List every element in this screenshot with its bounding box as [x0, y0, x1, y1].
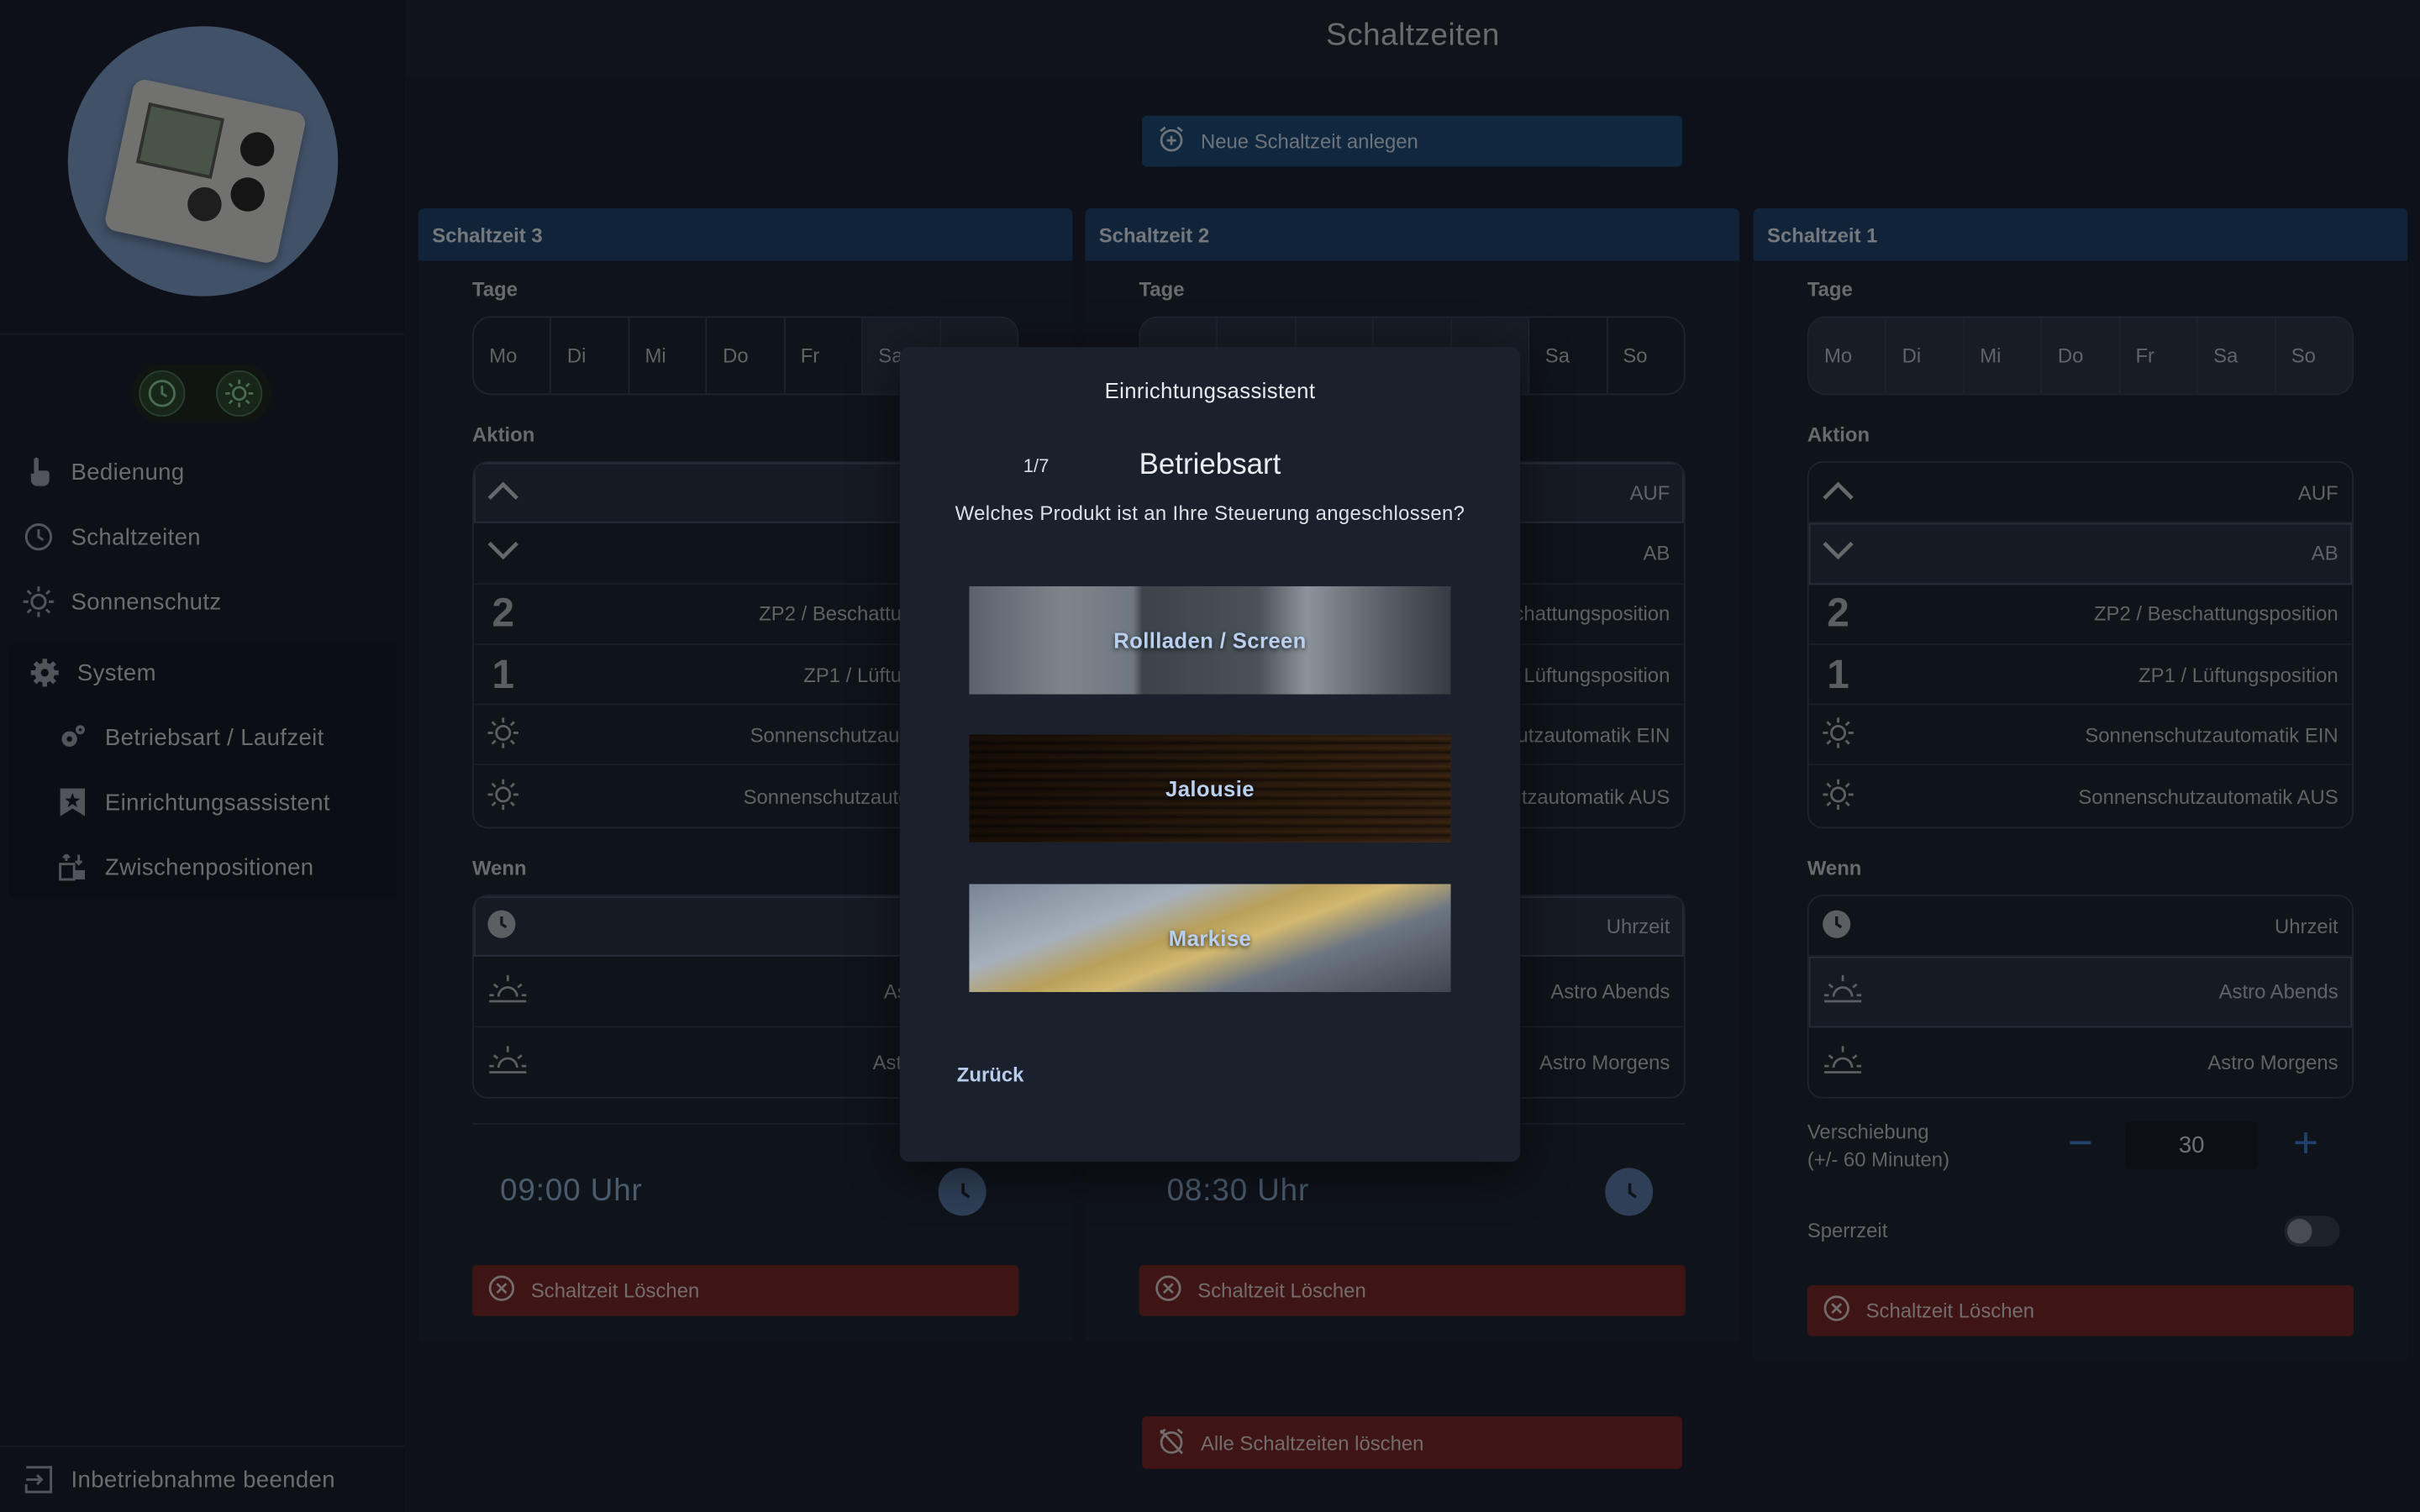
product-markise[interactable]: Markise [969, 884, 1451, 993]
step-title: Betriebsart [1139, 449, 1281, 482]
product-label: Markise [1168, 926, 1252, 951]
product-label: Rollladen / Screen [1113, 627, 1307, 653]
product-rollladen-screen[interactable]: Rollladen / Screen [969, 585, 1451, 695]
product-label: Jalousie [1165, 775, 1255, 801]
back-button[interactable]: Zurück [957, 1063, 1024, 1087]
setup-wizard-dialog: Einrichtungsassistent 1/7 Betriebsart We… [899, 347, 1521, 1163]
step-question: Welches Produkt ist an Ihre Steuerung an… [955, 501, 1465, 525]
product-jalousie[interactable]: Jalousie [969, 734, 1451, 843]
dialog-title: Einrichtungsassistent [1104, 378, 1316, 403]
